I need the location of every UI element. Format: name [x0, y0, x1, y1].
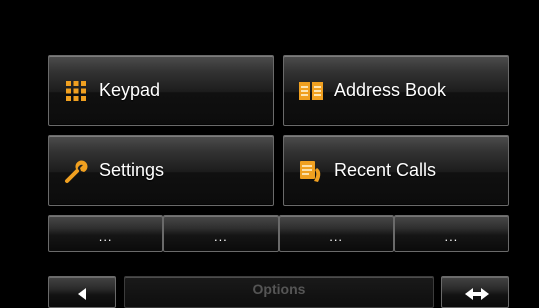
keypad-button[interactable]: Keypad: [48, 55, 274, 126]
recent-calls-button[interactable]: Recent Calls: [283, 135, 509, 206]
left-arrow-icon: [78, 288, 86, 300]
recent-calls-label: Recent Calls: [334, 160, 437, 180]
left-right-arrows-icon: [464, 286, 490, 302]
address-book-icon: [298, 78, 324, 104]
address-book-label: Address Book: [334, 80, 447, 100]
phone-menu-screen: Keypad Address Book Settings Recent Call…: [0, 0, 539, 308]
keypad-icon: [63, 78, 89, 104]
quick-button-1[interactable]: ...: [48, 215, 164, 252]
quick-button-3[interactable]: ...: [278, 215, 394, 252]
back-button[interactable]: [48, 276, 116, 308]
recent-calls-icon: [298, 158, 324, 184]
address-book-button[interactable]: Address Book: [283, 55, 509, 126]
options-label: Options: [252, 281, 306, 297]
settings-button[interactable]: Settings: [48, 135, 274, 206]
quick-button-2[interactable]: ...: [163, 215, 279, 252]
keypad-label: Keypad: [99, 80, 161, 100]
settings-label: Settings: [99, 160, 165, 180]
quick-button-4[interactable]: ...: [393, 215, 509, 252]
quick-buttons-row: ... ... ... ...: [48, 215, 509, 252]
wrench-icon: [63, 158, 89, 184]
options-button[interactable]: Options: [124, 276, 434, 308]
expand-button[interactable]: [441, 276, 509, 308]
